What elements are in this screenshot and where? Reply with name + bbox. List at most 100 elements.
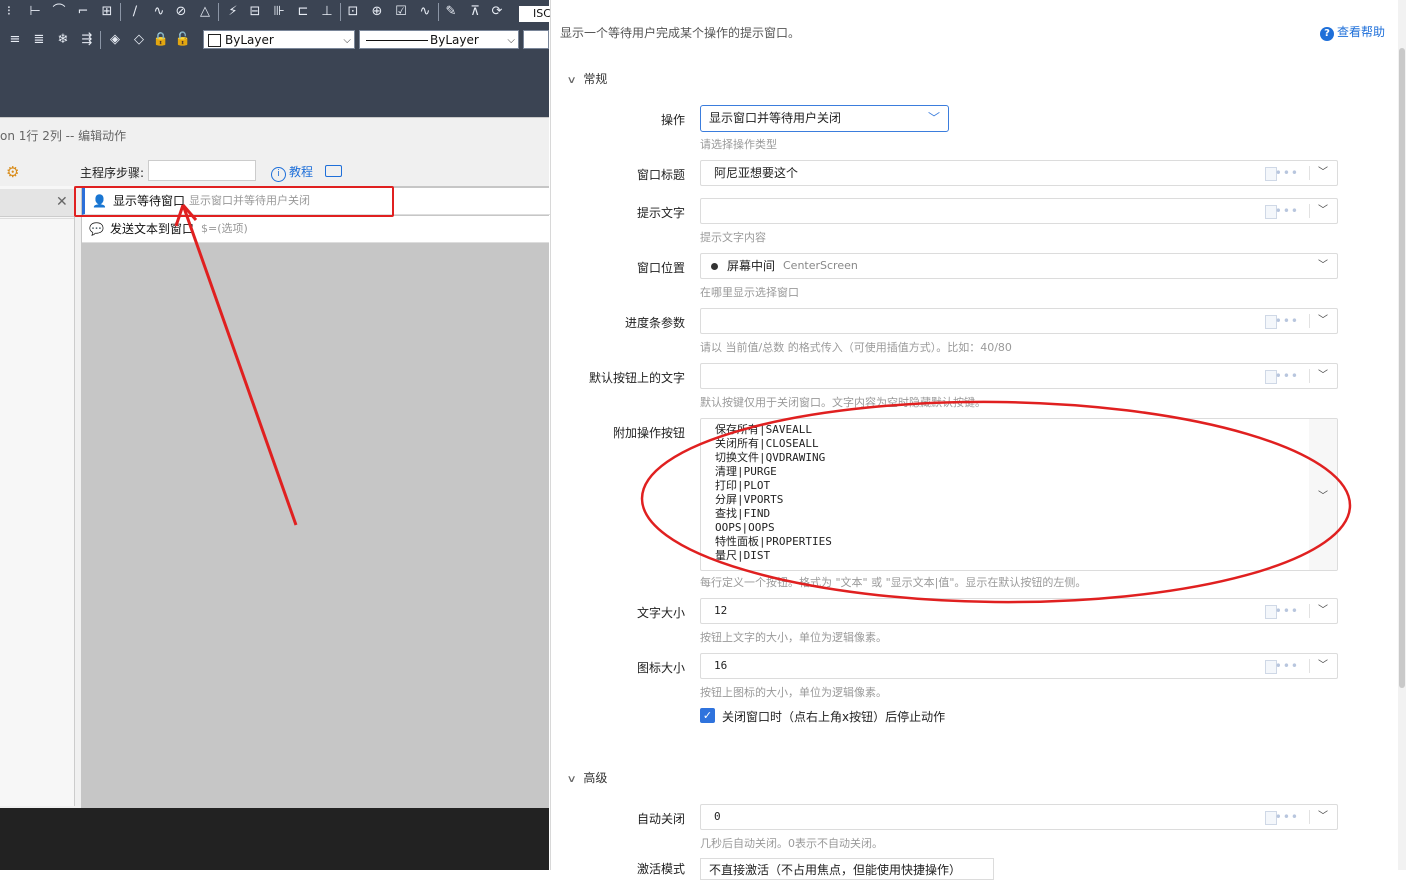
window-position-value-en: CenterScreen [783,259,858,272]
break-icon[interactable]: ⚡ [224,3,242,21]
divider [1309,166,1310,180]
chevron-down-icon: ∨ [566,75,577,86]
chevron-down-icon[interactable]: ﹀ [1318,364,1328,388]
iso-label[interactable]: ISC [519,6,551,22]
layer-combo[interactable]: ByLayer ⌵ [203,30,355,49]
help-icon: ? [1320,27,1334,41]
target-icon[interactable]: ⊕ [368,3,386,21]
close-icon[interactable]: ✕ [56,194,68,210]
polyline-icon[interactable]: ⊞ [98,3,116,21]
prompt-text-field[interactable]: ••• ﹀ [700,198,1338,224]
chevron-down-icon[interactable]: ﹀ [1318,309,1328,333]
chevron-down-icon[interactable]: ﹀ [1318,199,1328,223]
font-size-value: 12 [714,604,728,617]
layer-unlock-icon[interactable]: 🔓 [174,31,192,49]
activate-mode-select[interactable]: 不直接激活（不占用焦点，但能使用快捷操作） [700,858,994,880]
image-icon[interactable]: ⊼ [466,3,484,21]
section-general[interactable]: ∨ 常规 [566,70,608,87]
window-title-field[interactable]: 阿尼亚想要这个 ••• ﹀ [700,160,1338,186]
chevron-down-icon: ﹀ [1318,260,1328,271]
divider [1309,314,1310,328]
layer-state-icon[interactable]: ≣ [30,31,48,49]
arc2-icon[interactable]: ∕ [126,3,144,21]
chevron-down-icon[interactable]: ﹀ [1318,805,1328,829]
point-icon[interactable]: ⁝ [0,3,18,21]
linetype-combo[interactable]: ByLayer ⌵ [359,30,519,49]
more-icon[interactable]: ••• [1275,599,1299,623]
tutorial-label: 教程 [289,165,314,179]
more-icon[interactable]: ••• [1275,309,1299,333]
annotation-highlight-box [74,186,394,217]
chevron-down-icon[interactable]: ﹀ [1318,599,1328,623]
extra-button-line: 量尺|DIST [715,549,771,562]
text-icon[interactable]: ✎ [442,3,460,21]
more-icon[interactable]: ••• [1275,654,1299,678]
layer-lock-icon[interactable]: 🔒 [152,31,170,49]
dimension-icon[interactable]: ⌐ [74,3,92,21]
lineweight-combo[interactable] [523,30,549,49]
keyboard-icon[interactable] [325,165,342,177]
icon-size-field[interactable]: 16 ••• ﹀ [700,653,1338,679]
operation-select[interactable]: 显示窗口并等待用户关闭 ﹀ [700,105,949,132]
check-icon[interactable]: ☑ [392,3,410,21]
layer-off-icon[interactable]: ◇ [130,31,148,49]
auto-close-field[interactable]: 0 ••• ﹀ [700,804,1338,830]
color-swatch [208,34,221,47]
extra-buttons-textarea[interactable]: 保存所有|SAVEALL 关闭所有|CLOSEALL 切换文件|QVDRAWING 清… [700,418,1338,571]
action-description: 显示一个等待用户完成某个操作的提示窗口。 [560,26,801,40]
layer-icon[interactable]: ≡ [6,31,24,49]
layer-iso-icon[interactable]: ◈ [106,31,124,49]
chevron-down-icon[interactable]: ﹀ [1318,654,1328,678]
activate-mode-label: 激活模式 [636,862,685,876]
activate-mode-value: 不直接激活（不占用焦点，但能使用快捷操作） [709,863,962,877]
chevron-down-icon: ∨ [566,774,577,785]
wave-icon[interactable]: ∿ [416,3,434,21]
stop-on-close-checkbox[interactable]: ✓ [700,708,715,723]
window-position-select[interactable]: 屏幕中间 CenterScreen ﹀ [700,253,1338,279]
default-button-text-hint: 默认按键仅用于关闭窗口。文字内容为空时隐藏默认按键。 [700,396,986,409]
tutorial-link[interactable]: i 教程 [271,163,313,182]
line-icon[interactable]: ⊢ [26,3,44,21]
more-icon[interactable]: ••• [1275,364,1299,388]
chevron-down-icon[interactable]: ﹀ [1318,487,1328,502]
curve-icon[interactable]: ∿ [150,3,168,21]
block-icon[interactable]: ⊡ [344,3,362,21]
hatch-icon[interactable]: ⊪ [270,3,288,21]
step-row[interactable]: 💬 发送文本到窗口 $=(选项) [82,216,549,243]
scrollbar-thumb[interactable] [1399,48,1405,688]
toolbar-separator [120,3,121,21]
refresh-icon[interactable]: ⟳ [488,3,506,21]
more-icon[interactable]: ••• [1275,199,1299,223]
arc-icon[interactable]: ⌒ [50,3,68,21]
circle-icon[interactable]: ⊘ [172,3,190,21]
default-button-text-field[interactable]: ••• ﹀ [700,363,1338,389]
extra-button-line: 切换文件|QVDRAWING [715,451,826,464]
move-icon[interactable]: ⊥ [318,3,336,21]
window-position-label: 窗口位置 [636,261,685,275]
layer-match-icon[interactable]: ⇶ [78,31,96,49]
chevron-down-icon[interactable]: ﹀ [1318,161,1328,185]
robot-icon[interactable]: ⚙ [6,163,19,181]
step-name: 发送文本到窗口 [110,222,195,236]
linetype-combo-value: ByLayer [430,33,479,47]
auto-close-value: 0 [714,810,721,823]
divider [1309,810,1310,824]
help-link[interactable]: ? 查看帮助 [1320,23,1385,41]
extra-buttons-hint: 每行定义一个按钮。格式为 "文本" 或 "显示文本|值"。显示在默认按钮的左侧。 [700,576,1087,589]
more-icon[interactable]: ••• [1275,161,1299,185]
editor-title: on 1行 2列 -- 编辑动作 [0,129,127,143]
main-steps-input[interactable] [148,160,256,181]
table-icon[interactable]: ⊟ [246,3,264,21]
chevron-down-icon: ﹀ [927,111,940,125]
more-icon[interactable]: ••• [1275,805,1299,829]
font-size-field[interactable]: 12 ••• ﹀ [700,598,1338,624]
font-size-hint: 按钮上文字的大小，单位为逻辑像素。 [700,631,887,644]
font-size-label: 文字大小 [636,606,685,620]
triangle-icon[interactable]: △ [196,3,214,21]
insert-icon[interactable]: ⊏ [294,3,312,21]
layer-freeze-icon[interactable]: ❄ [54,31,72,49]
progress-param-field[interactable]: ••• ﹀ [700,308,1338,334]
section-advanced[interactable]: ∨ 高级 [566,769,608,786]
radio-dot-icon [711,263,718,270]
section-general-label: 常规 [583,72,608,86]
